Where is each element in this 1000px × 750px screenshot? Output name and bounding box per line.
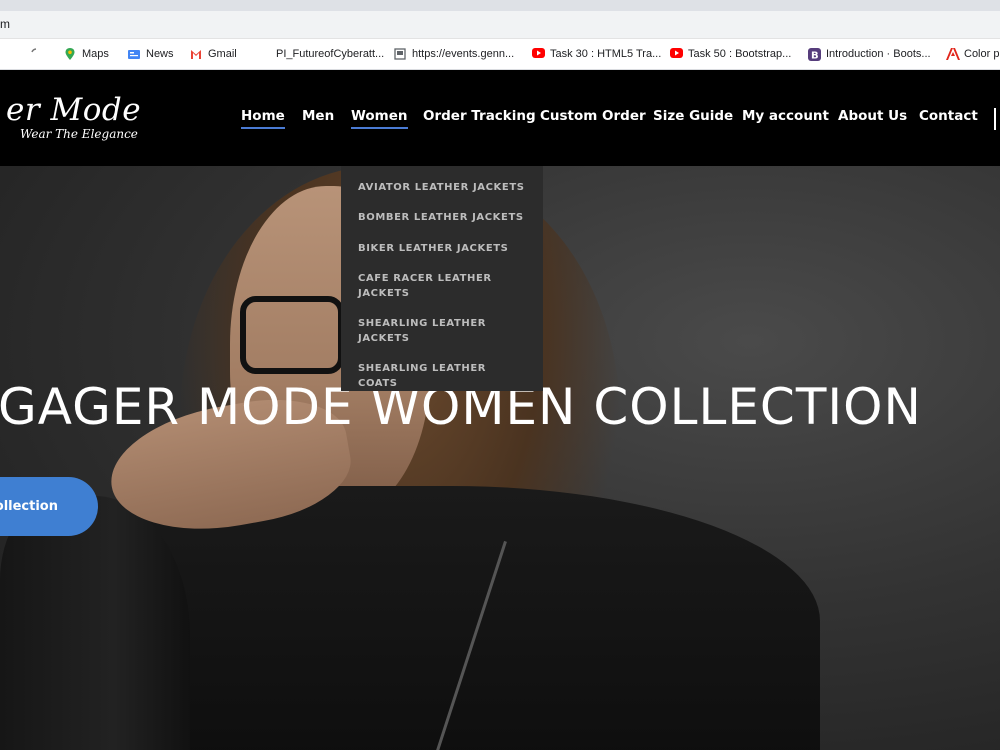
dropdown-item-aviator[interactable]: AVIATOR LEATHER JACKETS [358, 180, 528, 195]
nav-custom-order[interactable]: Custom Order [540, 108, 646, 124]
bookmark-task30[interactable]: Task 30 : HTML5 Tra... [532, 46, 661, 62]
dropdown-item-shearling-coats[interactable]: SHEARLING LEATHER COATS [358, 361, 528, 391]
cart-icon[interactable] [994, 108, 1000, 130]
svg-text:B: B [811, 51, 819, 62]
bookmark-label: Maps [82, 48, 109, 60]
bookmark-loading[interactable] [30, 46, 48, 62]
nav-contact[interactable]: Contact [919, 108, 978, 124]
bookmark-label: News [146, 48, 174, 60]
women-dropdown-menu: AVIATOR LEATHER JACKETS BOMBER LEATHER J… [341, 166, 543, 391]
browser-tab-strip [0, 0, 1000, 11]
news-icon [128, 48, 140, 60]
gmail-icon [190, 48, 202, 60]
bookmark-label: Introduction · Boots... [826, 48, 931, 60]
bookmark-news[interactable]: News [128, 46, 174, 62]
dropdown-item-cafe-racer[interactable]: CAFE RACER LEATHER JACKETS [358, 271, 528, 301]
youtube-icon [532, 48, 545, 60]
dropdown-item-shearling-jackets[interactable]: SHEARLING LEATHER JACKETS [358, 316, 528, 346]
bookmark-label: https://events.genn... [412, 48, 515, 60]
nav-women[interactable]: Women [351, 108, 408, 129]
bookmark-pi-future[interactable]: PI_FutureofCyberatt... [276, 46, 384, 62]
youtube-icon [670, 48, 683, 60]
dropdown-item-biker[interactable]: BIKER LEATHER JACKETS [358, 241, 528, 256]
maps-icon [64, 48, 76, 60]
bookmark-label: PI_FutureofCyberatt... [276, 48, 385, 60]
nav-home[interactable]: Home [241, 108, 285, 129]
bookmark-label: Color p [964, 48, 1000, 60]
bookmark-bootstrap[interactable]: B Introduction · Boots... [808, 46, 931, 62]
site-logo-tagline: Wear The Elegance [20, 127, 138, 141]
dropdown-item-bomber[interactable]: BOMBER LEATHER JACKETS [358, 210, 528, 225]
nav-men[interactable]: Men [302, 108, 334, 124]
bookmark-task50[interactable]: Task 50 : Bootstrap... [670, 46, 791, 62]
address-bar[interactable]: m [0, 11, 1000, 39]
hero-image-glasses [240, 296, 344, 374]
nav-about-us[interactable]: About Us [838, 108, 907, 124]
bookmark-label: Task 50 : Bootstrap... [688, 48, 792, 60]
loading-icon [30, 48, 42, 60]
nav-order-tracking[interactable]: Order Tracking [423, 108, 536, 124]
nav-size-guide[interactable]: Size Guide [653, 108, 733, 124]
address-url[interactable]: m [0, 17, 10, 31]
nav-my-account[interactable]: My account [742, 108, 829, 124]
bookmark-label: Gmail [208, 48, 237, 60]
site-logo[interactable]: er Mode [6, 92, 141, 128]
bookmark-events[interactable]: https://events.genn... [394, 46, 514, 62]
bookmark-label: Task 30 : HTML5 Tra... [550, 48, 662, 60]
adobe-icon [946, 48, 960, 60]
bookmark-color[interactable]: Color p [946, 46, 999, 62]
bookmark-gmail[interactable]: Gmail [190, 46, 237, 62]
shop-collection-button[interactable]: ollection [0, 477, 98, 536]
page-icon [394, 48, 406, 60]
bootstrap-icon: B [808, 48, 821, 62]
bookmark-maps[interactable]: Maps [64, 46, 109, 62]
bookmarks-bar: Maps News Gmail PI_FutureofCyberatt... h… [0, 39, 1000, 70]
